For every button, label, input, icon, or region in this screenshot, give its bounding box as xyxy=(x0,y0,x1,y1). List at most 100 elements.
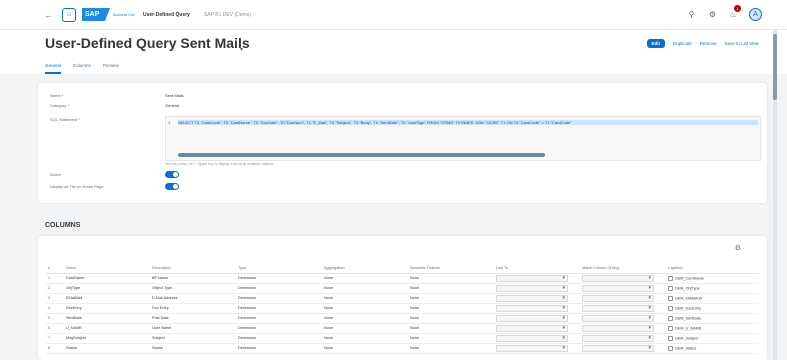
column-caption: DEM_CardName xyxy=(675,276,704,280)
column-header[interactable]: Link To xyxy=(494,263,580,274)
sql-horizontal-scrollbar[interactable] xyxy=(178,153,545,157)
chevron-down-icon[interactable]: ▾ xyxy=(562,285,565,291)
sql-statement-text[interactable]: SELECT T0."CardCode", T0."CardName", T0.… xyxy=(178,120,758,125)
link-to-select[interactable]: ▾ xyxy=(496,314,568,322)
link-to-cell: ▾ xyxy=(494,333,580,344)
link-to-cell: ▾ xyxy=(494,313,580,324)
column-header[interactable]: Description xyxy=(150,263,236,274)
caption-checkbox[interactable] xyxy=(668,275,673,281)
chevron-down-icon[interactable]: ▾ xyxy=(562,275,565,281)
column-header[interactable]: Semantic Feature xyxy=(408,263,494,274)
caption-checkbox[interactable] xyxy=(668,345,673,351)
caption-checkbox[interactable] xyxy=(668,325,673,331)
chevron-down-icon[interactable]: ▾ xyxy=(562,305,565,311)
caption-checkbox[interactable] xyxy=(668,295,673,301)
column-header[interactable]: Name xyxy=(64,263,150,274)
gear-icon[interactable]: ⚙ xyxy=(735,244,741,252)
remove-button[interactable]: Remove xyxy=(700,41,717,46)
caption-checkbox[interactable] xyxy=(668,305,673,311)
shell-bar: ← ⌂ SAP Business One User-Defined Query … xyxy=(0,0,787,30)
link-to-select[interactable]: ▾ xyxy=(496,334,568,342)
search-icon[interactable]: ⚲ xyxy=(686,9,697,20)
tab-general[interactable]: General xyxy=(45,63,62,74)
duplicate-button[interactable]: Duplicate xyxy=(673,41,692,46)
match-column-select[interactable]: ▾ xyxy=(582,314,654,322)
save-to-list-view-button[interactable]: Save to List View xyxy=(725,41,759,46)
match-column-select[interactable]: ▾ xyxy=(582,304,654,312)
match-column-cell: ▾ xyxy=(580,313,666,324)
settings-icon[interactable]: ⚙ xyxy=(707,9,718,20)
table-row[interactable]: 5 SentDate Post Date Dimension None None ▾ ▾ DEM… xyxy=(46,313,759,324)
match-column-select[interactable]: ▾ xyxy=(582,334,654,342)
match-column-cell: ▾ xyxy=(580,333,666,344)
chevron-down-icon[interactable]: ▾ xyxy=(648,275,651,281)
link-to-select[interactable]: ▾ xyxy=(496,274,568,282)
chevron-down-icon[interactable]: ▾ xyxy=(562,325,565,331)
chevron-down-icon[interactable]: ▾ xyxy=(562,335,565,341)
bell-icon[interactable]: ♨ 1 xyxy=(728,5,741,20)
chevron-down-icon[interactable]: ▾ xyxy=(562,315,565,321)
tab-preview[interactable]: Preview xyxy=(103,63,119,74)
active-switch[interactable] xyxy=(165,171,179,178)
match-column-select[interactable]: ▾ xyxy=(582,284,654,292)
chevron-down-icon[interactable]: ▾ xyxy=(562,345,565,351)
link-to-select[interactable]: ▾ xyxy=(496,284,568,292)
edit-button[interactable]: Edit xyxy=(646,39,666,48)
match-column-select[interactable]: ▾ xyxy=(582,344,654,352)
sap-logo[interactable]: SAP xyxy=(82,8,110,21)
link-to-select[interactable]: ▾ xyxy=(496,304,568,312)
notification-badge: 1 xyxy=(734,5,741,12)
column-caption: DEM_Subject xyxy=(675,336,699,340)
table-row[interactable]: 8 Status Status Dimension None None ▾ ▾ DEM_Stat… xyxy=(46,343,759,354)
table-row[interactable]: 3 EMailAdd E-Mail Address Dimension None None… xyxy=(46,293,759,304)
home-icon[interactable]: ⌂ xyxy=(62,7,76,22)
arrow-left-icon[interactable]: ← xyxy=(44,10,56,20)
caption-checkbox[interactable] xyxy=(668,315,673,321)
column-aggregation: None xyxy=(322,303,408,314)
column-name: U_NAME xyxy=(64,323,150,334)
chevron-down-icon[interactable]: ▾ xyxy=(562,295,565,301)
chevron-down-icon[interactable]: ▾ xyxy=(240,46,243,53)
column-aggregation: None xyxy=(322,313,408,324)
column-header[interactable]: Type xyxy=(236,263,322,274)
table-row[interactable]: 4 DocEntry Doc Entry Dimension None None ▾ ▾ DEM… xyxy=(46,303,759,314)
chevron-down-icon[interactable]: ▾ xyxy=(648,295,651,301)
tab-columns[interactable]: Columns xyxy=(73,63,91,74)
match-column-select[interactable]: ▾ xyxy=(582,274,654,282)
column-header[interactable]: Captions xyxy=(666,263,759,274)
chevron-down-icon[interactable]: ▾ xyxy=(648,315,651,321)
table-row[interactable]: 2 ObjType Object Type Dimension None None ▾ ▾ DE… xyxy=(46,283,759,294)
caption-cell: DEM_Status xyxy=(666,343,759,354)
caption-checkbox[interactable] xyxy=(668,335,673,341)
match-column-select[interactable]: ▾ xyxy=(582,324,654,332)
chevron-down-icon[interactable]: ▾ xyxy=(648,345,651,351)
match-column-cell: ▾ xyxy=(580,323,666,334)
match-column-select[interactable]: ▾ xyxy=(582,294,654,302)
avatar[interactable]: A xyxy=(749,8,762,21)
caption-cell: DEM_ObjType xyxy=(666,283,759,294)
page-title: User-Defined Query Sent Mails xyxy=(45,35,250,51)
column-header[interactable]: # xyxy=(46,263,64,274)
table-row[interactable]: 7 MsgSubject Subject Dimension None None ▾ ▾ DEM… xyxy=(46,333,759,344)
link-to-select[interactable]: ▾ xyxy=(496,294,568,302)
link-to-select[interactable]: ▾ xyxy=(496,324,568,332)
caption-checkbox[interactable] xyxy=(668,285,673,291)
column-header[interactable]: Match Column (If Any) xyxy=(580,263,666,274)
column-aggregation: None xyxy=(322,323,408,334)
chevron-down-icon[interactable]: ▾ xyxy=(648,335,651,341)
scrollbar-thumb[interactable] xyxy=(773,34,777,100)
page-scrollbar[interactable] xyxy=(773,30,777,360)
table-row[interactable]: 1 CardName BP Name Dimension None None ▾ ▾ DEM_C… xyxy=(46,273,759,284)
display-tile-switch[interactable] xyxy=(165,183,179,190)
sql-editor[interactable]: 1 SELECT T0."CardCode", T0."CardName", T… xyxy=(165,116,761,161)
app-title[interactable]: User-Defined Query xyxy=(143,12,190,18)
match-column-cell: ▾ xyxy=(580,273,666,284)
chevron-down-icon[interactable]: ▾ xyxy=(648,305,651,311)
table-row[interactable]: 6 U_NAME User Name Dimension None None ▾ ▾ DEM_U… xyxy=(46,323,759,334)
column-header[interactable]: Aggregation xyxy=(322,263,408,274)
column-type: Dimension xyxy=(236,333,322,344)
chevron-down-icon[interactable]: ▾ xyxy=(648,325,651,331)
chevron-down-icon[interactable]: ▾ xyxy=(648,285,651,291)
link-to-select[interactable]: ▾ xyxy=(496,344,568,352)
column-name: EMailAdd xyxy=(64,293,150,304)
